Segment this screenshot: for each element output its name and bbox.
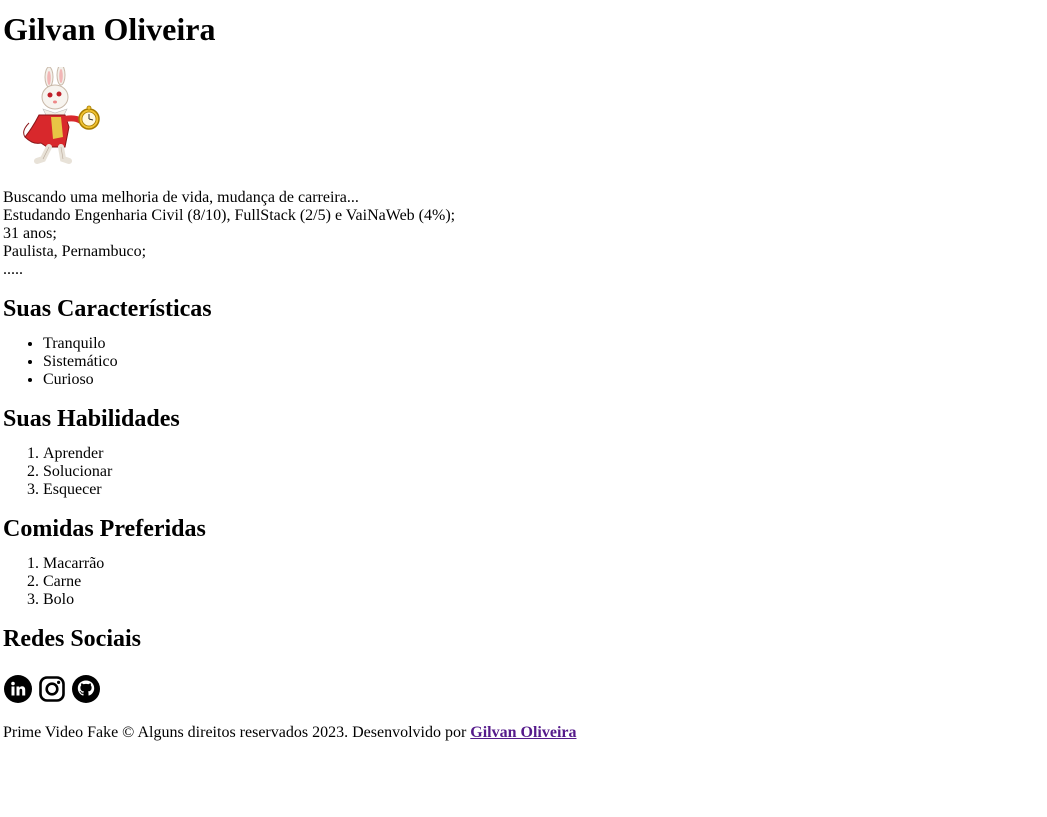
bio-line: ..... <box>3 261 23 278</box>
characteristics-heading: Suas Características <box>3 296 212 322</box>
profile-page: Gilvan Oliveira Buscando uma melhoria de <box>0 11 1047 742</box>
github-icon[interactable] <box>71 674 101 704</box>
social-links <box>3 673 1044 705</box>
list-item: Tranquilo <box>43 335 1044 353</box>
skills-list: Aprender Solucionar Esquecer <box>3 445 1044 499</box>
characteristics-list: Tranquilo Sistemático Curioso <box>3 335 1044 389</box>
bio-line: Paulista, Pernambuco; <box>3 243 147 260</box>
bio-line: Estudando Engenharia Civil (8/10), FullS… <box>3 207 456 224</box>
list-item: Bolo <box>43 591 1044 609</box>
footer: Prime Video Fake © Alguns direitos reser… <box>3 724 1044 742</box>
foods-list: Macarrão Carne Bolo <box>3 555 1044 609</box>
list-item: Solucionar <box>43 463 1044 481</box>
list-item: Sistemático <box>43 353 1044 371</box>
bio-line: Buscando uma melhoria de vida, mudança d… <box>3 189 359 206</box>
list-item: Macarrão <box>43 555 1044 573</box>
bio-line: 31 anos; <box>3 225 57 242</box>
avatar <box>23 67 100 164</box>
page-title: Gilvan Oliveira <box>3 11 216 47</box>
list-item: Esquecer <box>43 481 1044 499</box>
list-item: Aprender <box>43 445 1044 463</box>
bio: Buscando uma melhoria de vida, mudança d… <box>3 189 1044 279</box>
footer-text: Prime Video Fake © Alguns direitos reser… <box>3 724 471 741</box>
social-heading: Redes Sociais <box>3 626 141 652</box>
list-item: Carne <box>43 573 1044 591</box>
list-item: Curioso <box>43 371 1044 389</box>
linkedin-icon[interactable] <box>3 674 33 704</box>
instagram-icon[interactable] <box>37 674 67 704</box>
footer-author-link[interactable]: Gilvan Oliveira <box>470 724 576 741</box>
skills-heading: Suas Habilidades <box>3 406 180 432</box>
foods-heading: Comidas Preferidas <box>3 516 206 542</box>
